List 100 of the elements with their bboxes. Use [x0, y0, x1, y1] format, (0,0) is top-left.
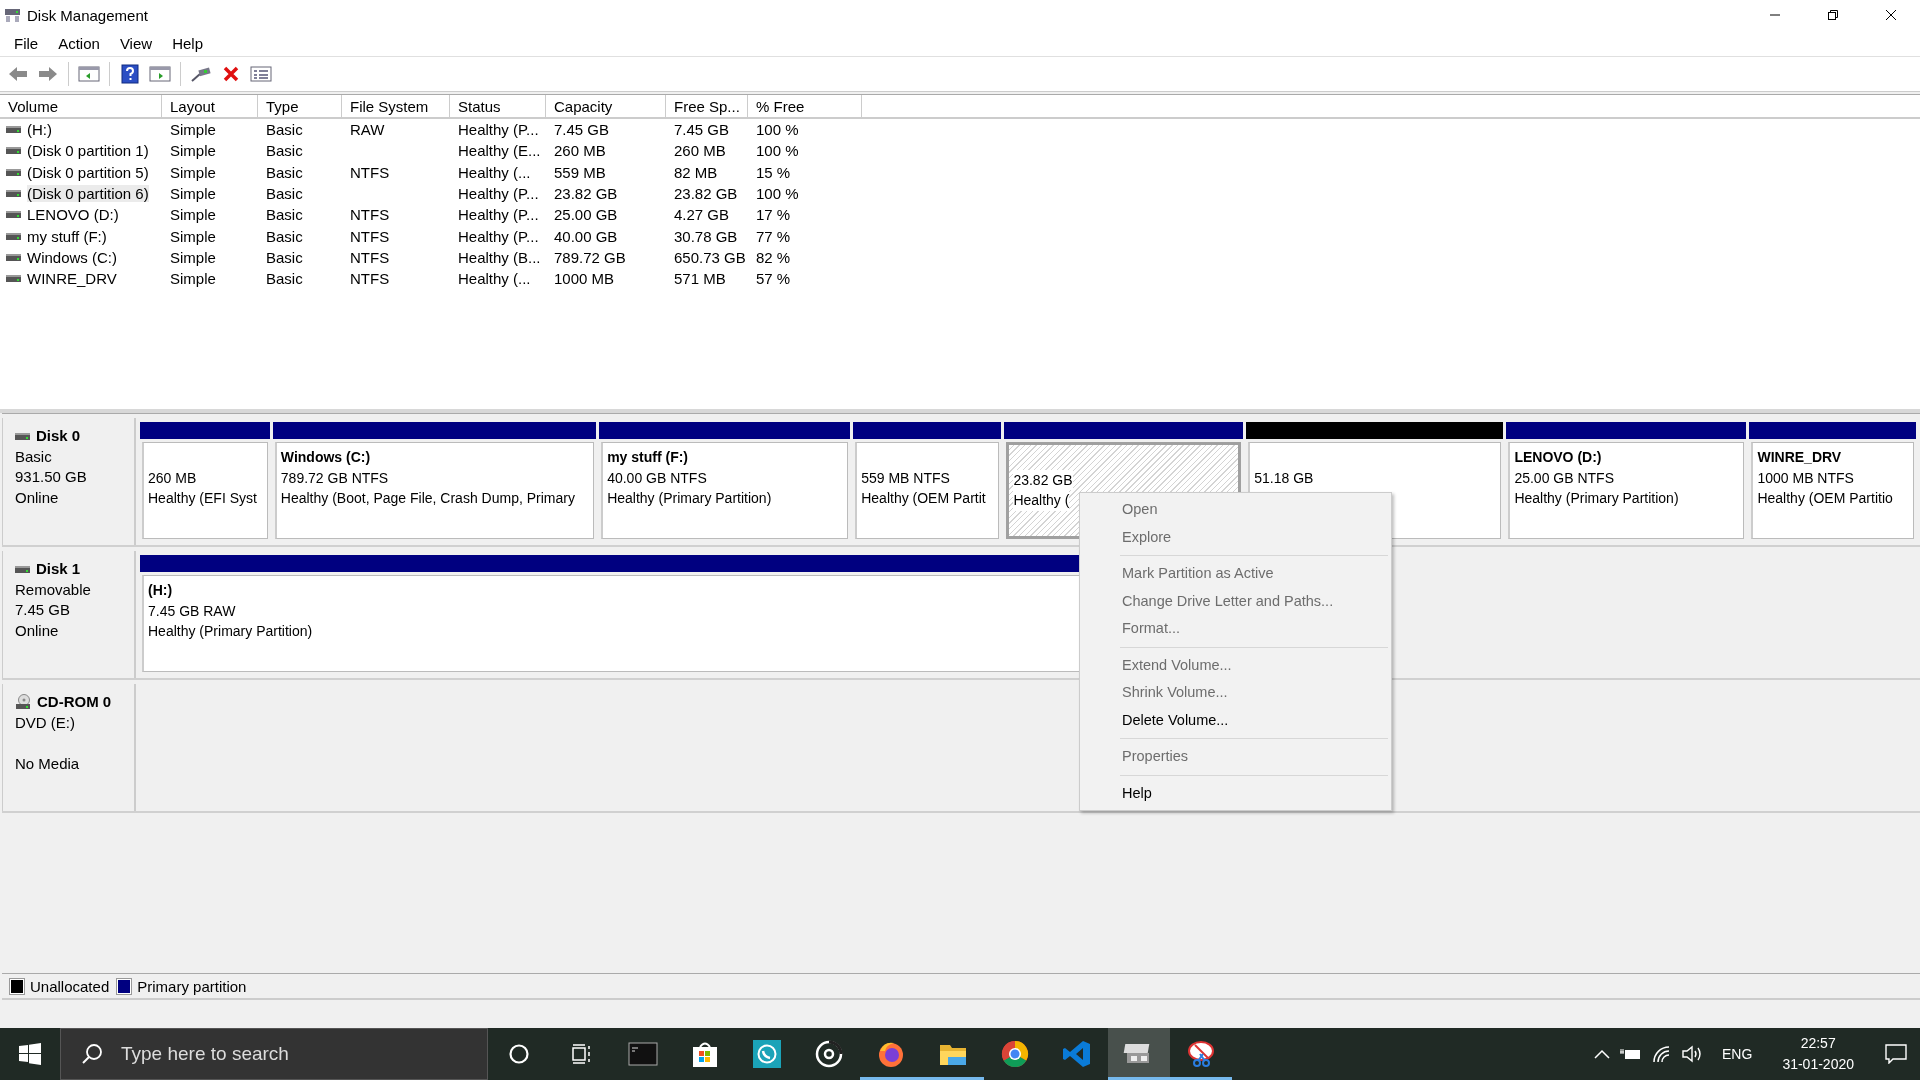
disk-type: Removable	[15, 579, 92, 600]
disk-type: Basic	[15, 446, 53, 467]
hard-drive-icon[interactable]	[1108, 1028, 1170, 1080]
language-indicator[interactable]: ENG	[1722, 1046, 1753, 1062]
delete-icon	[222, 65, 240, 83]
table-cell: Healthy (P...	[458, 206, 539, 224]
search-field[interactable]: Type here to search	[119, 1042, 463, 1066]
legend-label: Unallocated	[30, 977, 110, 995]
volume-name[interactable]: Windows (C:)	[27, 248, 117, 266]
partition-name: Windows (C:)	[280, 448, 371, 467]
column-header[interactable]: Capacity	[546, 95, 666, 117]
table-cell: Healthy (P...	[458, 185, 539, 203]
drive-icon	[6, 125, 21, 135]
table-cell: 4.27 GB	[674, 206, 730, 224]
table-cell: NTFS	[350, 248, 390, 266]
volume-name[interactable]: LENOVO (D:)	[27, 206, 119, 224]
table-cell: Basic	[266, 206, 303, 224]
table-cell: 571 MB	[674, 270, 726, 288]
table-cell: 23.82 GB	[674, 185, 738, 203]
drive-icon	[6, 231, 21, 241]
drive-icon	[15, 431, 30, 441]
clock-date[interactable]: 31-01-2020	[1782, 1054, 1854, 1075]
disk-status: Online	[15, 620, 60, 641]
column-header[interactable]: Type	[258, 95, 342, 117]
drive-icon	[6, 167, 21, 177]
partition-box[interactable]: 559 MB NTFS Healthy (OEM Partit	[855, 442, 1000, 539]
table-cell: Simple	[170, 206, 216, 224]
table-cell: 100 %	[756, 121, 799, 139]
search-bar[interactable]: Type here to search	[60, 1028, 488, 1080]
search-icon	[81, 1043, 103, 1065]
partition-name: (H:)	[148, 581, 173, 600]
disk-status: Online	[15, 487, 60, 508]
table-cell: 100 %	[756, 142, 799, 160]
disk-type: DVD (E:)	[15, 712, 76, 733]
menu-item[interactable]: Action	[48, 32, 110, 54]
table-cell: 7.45 GB	[674, 121, 730, 139]
table-cell: Basic	[266, 270, 303, 288]
partition-box[interactable]: LENOVO (D:) 25.00 GB NTFS Healthy (Primary Partition)	[1508, 442, 1745, 539]
table-cell: 260 MB	[674, 142, 726, 160]
menu-item[interactable]: Help	[1080, 779, 1391, 807]
menu-item[interactable]: Help	[162, 32, 213, 54]
partition-box[interactable]: 260 MB Healthy (EFI Syst	[142, 442, 268, 539]
column-header[interactable]: Layout	[162, 95, 258, 117]
table-cell: 650.73 GB	[674, 248, 746, 266]
volume-name[interactable]: WINRE_DRV	[27, 270, 117, 288]
volume-name[interactable]: (Disk 0 partition 5)	[27, 163, 149, 181]
table-cell: 260 MB	[554, 142, 606, 160]
window-title: Disk Management	[27, 6, 148, 24]
disk-name: Disk 1	[36, 559, 81, 579]
table-cell: 789.72 GB	[554, 248, 626, 266]
table-cell: 15 %	[756, 163, 791, 181]
window-pane-icon	[149, 65, 171, 83]
disk-name: CD-ROM 0	[37, 692, 112, 712]
table-cell: NTFS	[350, 163, 390, 181]
disk-size: 931.50 GB	[15, 467, 88, 487]
volume-name[interactable]: (Disk 0 partition 1)	[27, 142, 149, 160]
drive-icon	[6, 274, 21, 284]
forward-arrow-icon	[38, 65, 58, 83]
menu-item[interactable]: View	[109, 32, 163, 54]
table-cell: NTFS	[350, 227, 390, 245]
table-cell: 77 %	[756, 227, 791, 245]
menu-item[interactable]: Delete Volume...	[1080, 706, 1391, 734]
column-header[interactable]: File System	[342, 95, 450, 117]
disk-status: No Media	[15, 753, 81, 774]
column-header[interactable]: Free Sp...	[666, 95, 748, 117]
table-cell: Simple	[170, 142, 216, 160]
table-cell: RAW	[350, 121, 385, 139]
table-cell: Healthy (E...	[458, 142, 541, 160]
legend-label: Primary partition	[137, 977, 247, 995]
table-cell: 57 %	[756, 270, 791, 288]
volume-name[interactable]: (Disk 0 partition 6)	[27, 185, 149, 203]
menu-item[interactable]: File	[4, 32, 49, 54]
restore-icon	[1827, 9, 1839, 21]
table-cell: Basic	[266, 185, 303, 203]
column-header[interactable]: Status	[450, 95, 546, 117]
table-cell: Simple	[170, 248, 216, 266]
volume-name[interactable]: (H:)	[27, 121, 52, 139]
table-cell: 25.00 GB	[554, 206, 618, 224]
table-cell: 1000 MB	[554, 270, 615, 288]
clock-time[interactable]: 22:57	[1800, 1033, 1836, 1054]
chevron-up-icon[interactable]	[1594, 1049, 1611, 1059]
column-header[interactable]: % Free	[748, 95, 862, 117]
help-icon	[121, 64, 139, 84]
windows-logo-icon	[19, 1043, 41, 1065]
partition-box[interactable]: Windows (C:) 789.72 GB NTFS Healthy (Boot, Page File, Crash Dump, Primary	[274, 442, 595, 539]
column-header[interactable]: Volume	[0, 95, 162, 117]
table-cell: Healthy (...	[458, 270, 531, 288]
battery-icon[interactable]	[1620, 1047, 1643, 1061]
partition-name: WINRE_DRV	[1757, 448, 1842, 467]
partition-box[interactable]: my stuff (F:) 40.00 GB NTFS Healthy (Primary Partition)	[601, 442, 849, 539]
drive-icon	[6, 252, 21, 262]
table-cell: Healthy (...	[458, 163, 531, 181]
table-cell: Healthy (P...	[458, 121, 539, 139]
partition-status: Healthy (	[1013, 490, 1070, 511]
window-pane-icon	[78, 65, 100, 83]
partition-size: 23.82 GB	[1013, 469, 1073, 490]
back-arrow-icon	[8, 65, 28, 83]
volume-name[interactable]: my stuff (F:)	[27, 227, 107, 245]
table-cell: 82 %	[756, 248, 791, 266]
partition-box[interactable]: WINRE_DRV 1000 MB NTFS Healthy (OEM Partitio	[1751, 442, 1914, 539]
